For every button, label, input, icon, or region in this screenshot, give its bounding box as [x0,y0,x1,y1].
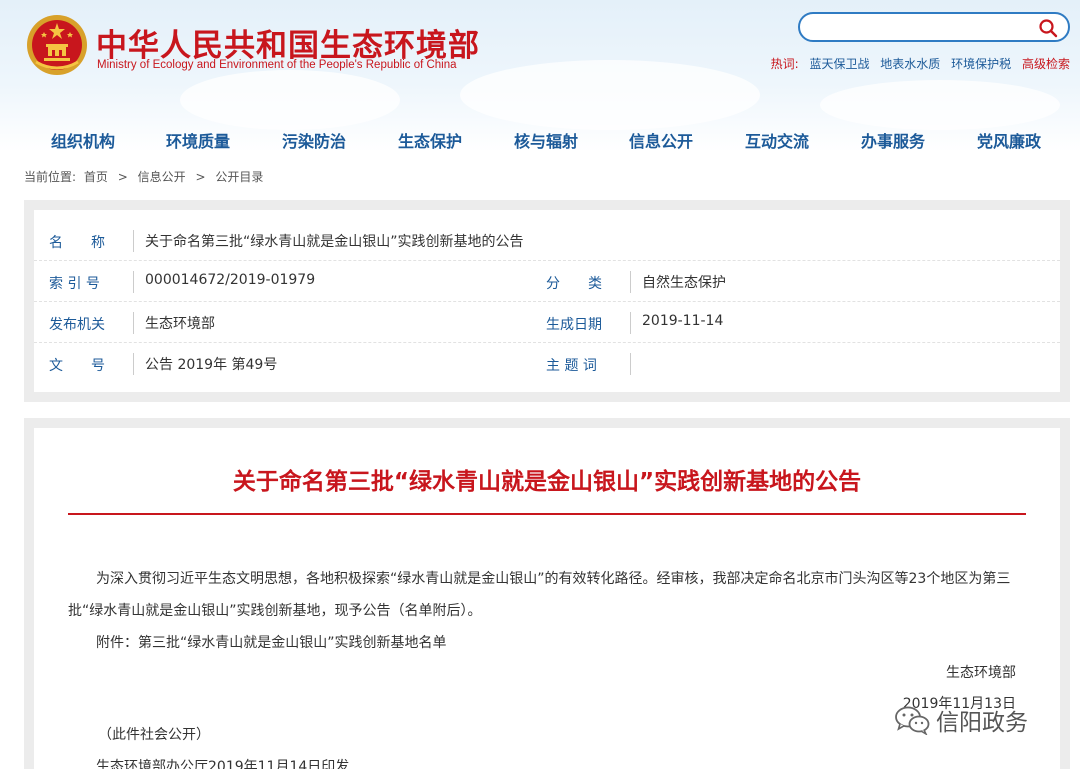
meta-divider [133,271,134,293]
title-divider [68,513,1026,515]
breadcrumb-info-disclosure[interactable]: 信息公开 [138,170,186,184]
meta-date-label: 生成日期 [546,317,602,333]
hot-words-label: 热词: [770,57,799,71]
search-input[interactable] [812,18,1032,36]
breadcrumb: 当前位置: 首页 > 信息公开 > 公开目录 [24,168,263,185]
document-title: 关于命名第三批“绿水青山就是金山银山”实践创新基地的公告 [232,469,862,495]
hot-word-link[interactable]: 蓝天保卫战 [809,57,869,71]
nav-item-organization[interactable]: 组织机构 [51,128,115,152]
meta-index-value: 000014672/2019-01979 [145,272,316,288]
nav-item-nuclear-radiation[interactable]: 核与辐射 [514,128,578,152]
breadcrumb-separator: > [117,170,128,184]
meta-date-value: 2019-11-14 [642,313,724,329]
meta-name-label: 名 称 [49,235,105,251]
meta-divider [630,271,631,293]
document-paragraph: 批“绿水青山就是金山银山”实践创新基地，现予公告（名单附后）。 [68,603,482,619]
meta-category-label: 分 类 [546,276,602,292]
document-attachment: 附件：第三批“绿水青山就是金山银山”实践创新基地名单 [96,635,447,651]
wechat-icon [895,706,930,735]
meta-issuer-label: 发布机关 [49,317,105,333]
meta-divider [133,353,134,375]
meta-row-name: 名 称 关于命名第三批“绿水青山就是金山银山”实践创新基地的公告 [34,220,1060,261]
public-note: （此件社会公开） [98,727,210,743]
meta-category-value: 自然生态保护 [642,275,726,291]
hot-word-link[interactable]: 地表水水质 [880,57,940,71]
breadcrumb-separator: > [195,170,206,184]
nav-item-ecological-protection[interactable]: 生态保护 [398,128,462,152]
meta-docno-label: 文 号 [49,358,105,374]
national-emblem-icon [27,15,87,75]
nav-item-services[interactable]: 办事服务 [861,128,925,152]
meta-row-issuer: 发布机关 生态环境部 生成日期 2019-11-14 [34,302,1060,343]
nav-item-interaction[interactable]: 互动交流 [745,128,809,152]
nav-item-environment-quality[interactable]: 环境质量 [166,128,230,152]
issued-line: 生态环境部办公厅2019年11月14日印发 [96,759,350,769]
wechat-watermark: 信阳政务 [894,700,1028,740]
hot-words: 热词: 蓝天保卫战 地表水水质 环境保护税 高级检索 [771,55,1070,72]
nav-item-party-integrity[interactable]: 党风廉政 [977,128,1041,152]
nav-item-information-disclosure[interactable]: 信息公开 [629,128,693,152]
watermark-text: 信阳政务 [936,710,1028,736]
meta-divider [133,312,134,334]
meta-docno-value: 公告 2019年 第49号 [145,357,278,373]
site-subtitle: Ministry of Ecology and Environment of t… [97,59,457,71]
breadcrumb-label: 当前位置: [24,170,77,184]
main-nav: 组织机构 环境质量 污染防治 生态保护 核与辐射 信息公开 互动交流 办事服务 … [24,124,1070,152]
search-box[interactable] [798,12,1070,42]
header-cloud-decoration [820,80,1060,130]
nav-item-pollution-control[interactable]: 污染防治 [282,128,346,152]
meta-divider [630,312,631,334]
document-signature: 生态环境部 [946,665,1016,681]
hot-word-link[interactable]: 环境保护税 [951,57,1011,71]
header-cloud-decoration [180,70,400,130]
meta-row-docno: 文 号 公告 2019年 第49号 主 题 词 [34,343,1060,384]
breadcrumb-catalog[interactable]: 公开目录 [215,170,263,184]
document-meta-panel: 名 称 关于命名第三批“绿水青山就是金山银山”实践创新基地的公告 索 引 号 0… [24,200,1070,402]
meta-divider [630,353,631,375]
meta-subject-label: 主 题 词 [546,358,597,374]
meta-name-value: 关于命名第三批“绿水青山就是金山银山”实践创新基地的公告 [145,234,524,250]
meta-divider [133,230,134,252]
header-cloud-decoration [460,60,760,130]
document-paragraph: 为深入贯彻习近平生态文明思想，各地积极探索“绿水青山就是金山银山”的有效转化路径… [96,571,1011,587]
meta-row-index: 索 引 号 000014672/2019-01979 分 类 自然生态保护 [34,261,1060,302]
search-icon[interactable] [1038,18,1058,38]
meta-issuer-value: 生态环境部 [145,316,215,332]
meta-index-label: 索 引 号 [49,276,100,292]
breadcrumb-home[interactable]: 首页 [84,170,108,184]
site-header: 中华人民共和国生态环境部 Ministry of Ecology and Env… [0,0,1080,152]
document-meta-table: 名 称 关于命名第三批“绿水青山就是金山银山”实践创新基地的公告 索 引 号 0… [34,210,1060,392]
advanced-search-link[interactable]: 高级检索 [1022,57,1070,71]
